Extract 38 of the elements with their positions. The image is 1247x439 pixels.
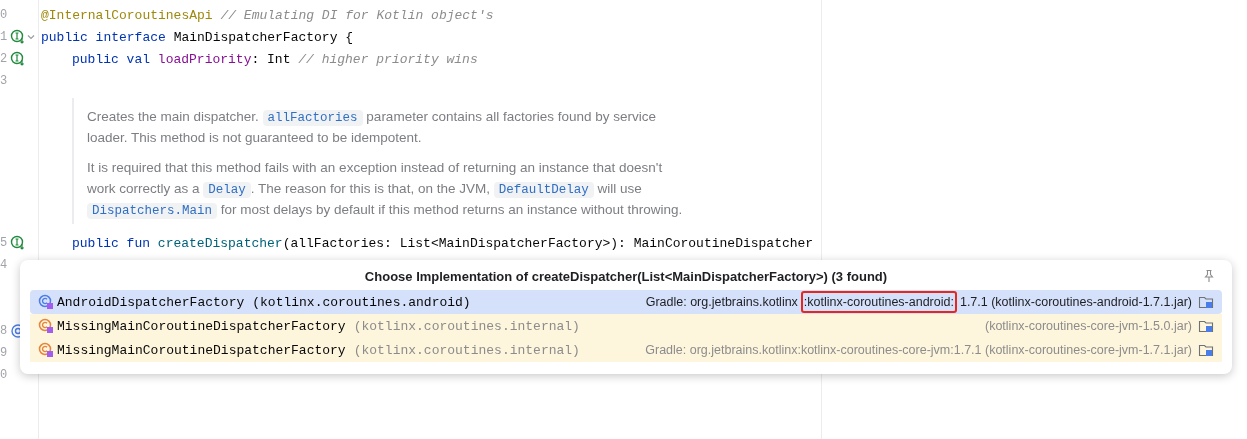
class-name: MissingMainCoroutineDispatcherFactory <box>57 342 346 358</box>
implementation-item[interactable]: AndroidDispatcherFactory (kotlinx.coroutines.android) Gradle: org.jetbrains.kotlinx :kotlinx-coroutines-android: 1.7.1 (kotlinx-coroutines-android-1.7.1.jar) <box>30 290 1222 314</box>
class-name: MissingMainCoroutineDispatcherFactory <box>57 318 346 334</box>
implemented-icon[interactable] <box>10 51 26 67</box>
library-folder-icon <box>1198 294 1214 310</box>
highlighted-library-name: :kotlinx-coroutines-android: <box>800 291 957 313</box>
library-location: (kotlinx-coroutines-core-jvm-1.5.0.jar) <box>985 319 1192 333</box>
line-number: 1 <box>0 30 8 44</box>
implemented-icon[interactable] <box>10 29 26 45</box>
library-folder-icon <box>1198 318 1214 334</box>
package-name: (kotlinx.coroutines.internal) <box>353 318 580 334</box>
library-location: 1.7.1 (kotlinx-coroutines-android-1.7.1.jar) <box>959 295 1192 309</box>
line-number: 0 <box>0 8 8 22</box>
implementation-item[interactable]: MissingMainCoroutineDispatcherFactory (kotlinx.coroutines.internal) (kotlinx-coroutines-core-jvm-1.5.0.jar) <box>30 314 1222 338</box>
implemented-icon[interactable] <box>10 235 26 251</box>
line-number: 9 <box>0 346 8 360</box>
implementation-item[interactable]: MissingMainCoroutineDispatcherFactory (kotlinx.coroutines.internal) Gradle: org.jetbrains.kotlinx:kotlinx-coroutines-core-jvm:1.7.1 (kotlinx-coroutines-core-jvm-1.7.1.jar) <box>30 338 1222 362</box>
line-number: 0 <box>0 368 8 382</box>
line-number: 4 <box>0 258 8 272</box>
line-number: 8 <box>0 324 8 338</box>
library-location: Gradle: org.jetbrains.kotlinx:kotlinx-coroutines-core-jvm:1.7.1 (kotlinx-coroutines-core-jvm-1.7.1.jar) <box>645 343 1192 357</box>
doc-paragraph: It is required that this method fails with an exception instead of returning an instance that doesn't work correctly as a Delay . The reason for this is that, on the JVM, DefaultDelay will use Dispatchers.Main for most delays by default if this method returns an instance without throwing. <box>87 159 684 220</box>
line-number: 5 <box>0 236 8 250</box>
code-line: public interface MainDispatcherFactory { <box>40 29 354 45</box>
code-line: public fun createDispatcher(allFactories: List<MainDispatcherFactory>): MainCoroutineDispatcher <box>71 235 814 251</box>
doc-paragraph: Creates the main dispatcher. allFactories parameter contains all factories found by service loader. This method is not guaranteed to be idempotent. <box>87 108 657 147</box>
line-number: 2 <box>0 52 8 66</box>
package-name: (kotlinx.coroutines.android) <box>252 294 471 310</box>
library-folder-icon <box>1198 342 1214 358</box>
class-name: AndroidDispatcherFactory <box>57 294 245 310</box>
popup-title: Choose Implementation of createDispatcher(List<MainDispatcherFactory>) (3 found) <box>363 268 889 284</box>
code-line: public val loadPriority: Int // higher priority wins <box>71 51 478 67</box>
library-location: Gradle: org.jetbrains.kotlinx <box>645 295 798 309</box>
pin-icon[interactable] <box>1202 269 1216 283</box>
line-number: 3 <box>0 74 8 88</box>
code-line: @InternalCoroutinesApi // Emulating DI for Kotlin object's <box>40 7 494 23</box>
fold-icon[interactable] <box>27 33 35 41</box>
package-name: (kotlinx.coroutines.internal) <box>353 342 580 358</box>
